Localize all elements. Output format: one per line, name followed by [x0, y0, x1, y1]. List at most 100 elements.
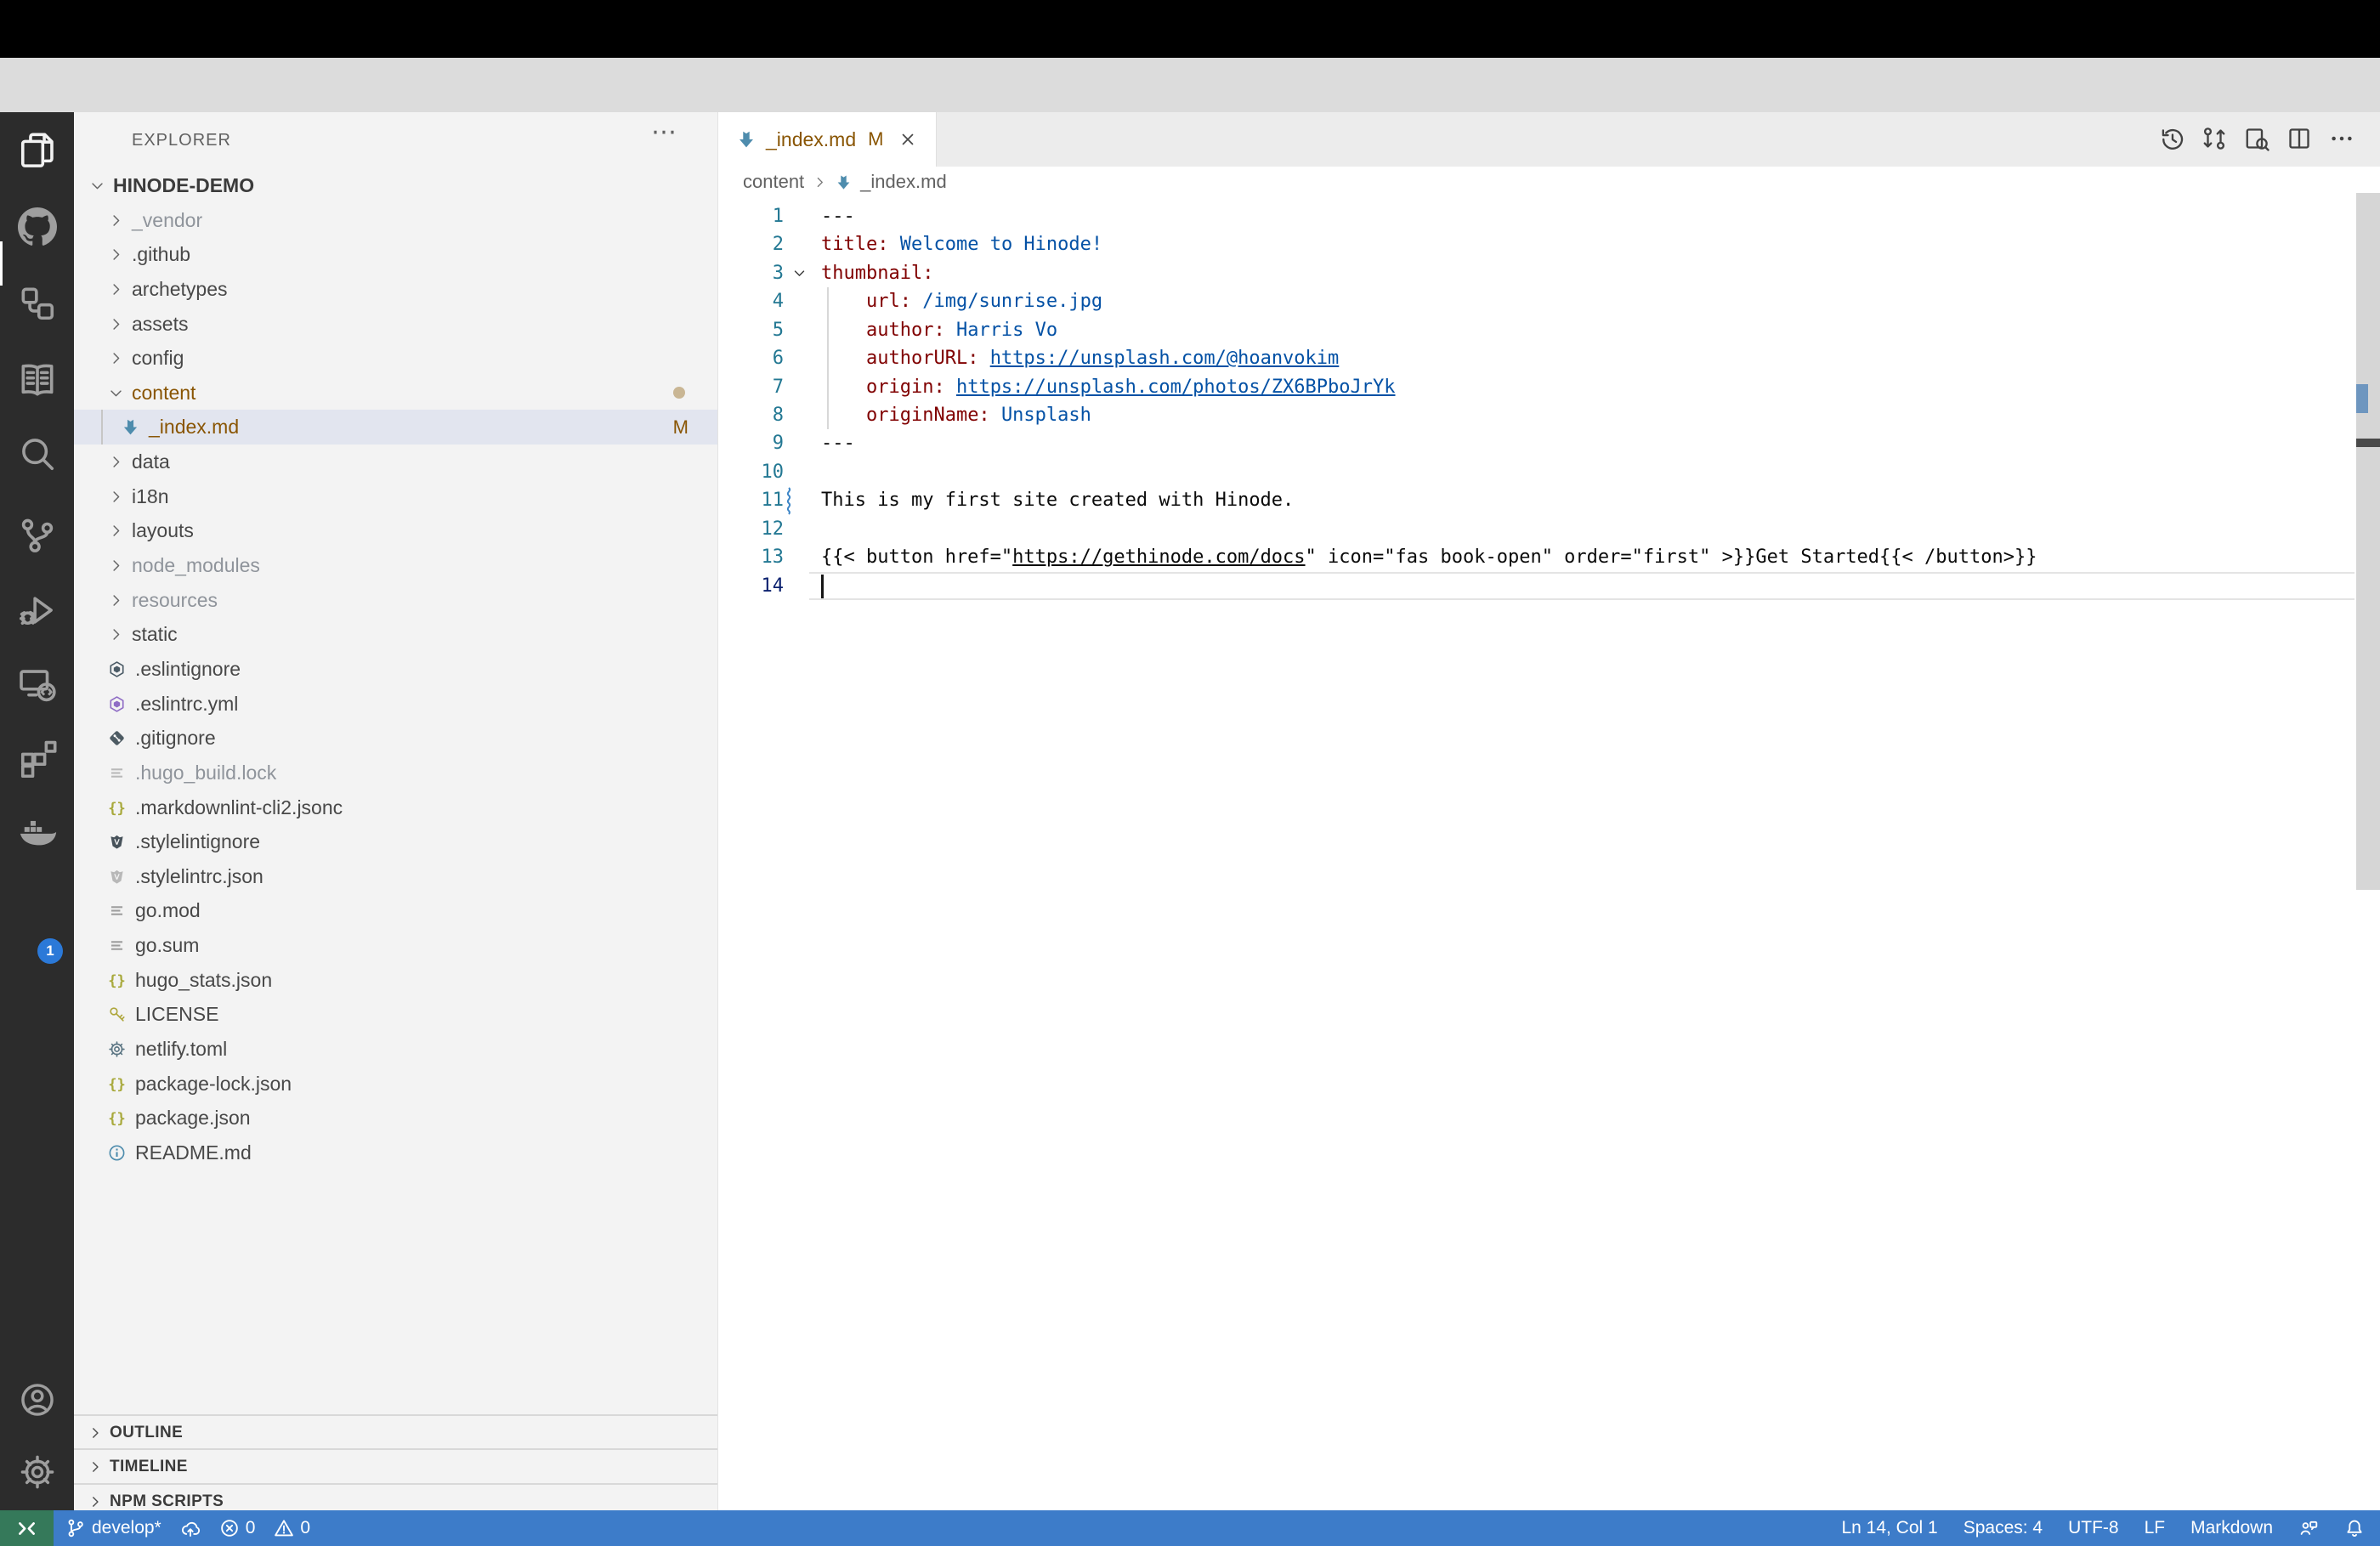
tree-item-label: go.mod [135, 899, 201, 922]
open-preview-icon[interactable] [2244, 126, 2270, 151]
modified-dot-badge [673, 387, 685, 399]
more-actions-icon[interactable]: ⋯ [651, 117, 677, 147]
remote-indicator[interactable] [0, 1510, 54, 1546]
feedback-icon [2298, 1518, 2319, 1538]
activity-remote-explorer[interactable] [0, 660, 74, 708]
code-line: thumbnail: [821, 259, 933, 287]
tree-item-readme-md[interactable]: README.md [74, 1135, 717, 1170]
tree-item-label: .hugo_build.lock [135, 762, 276, 784]
close-icon[interactable] [898, 130, 917, 149]
activity-run-debug[interactable] [0, 586, 74, 634]
more-actions-icon[interactable] [2329, 126, 2354, 151]
chevron-right-icon [88, 1425, 103, 1441]
branch-icon [65, 1518, 86, 1538]
activity-docker[interactable] [0, 807, 74, 855]
activity-explorer[interactable] [0, 127, 74, 174]
activity-accounts[interactable] [0, 1376, 74, 1424]
scrollbar-slider[interactable] [2356, 193, 2380, 890]
activity-search[interactable] [0, 430, 74, 478]
svg-text:{}: {} [108, 800, 126, 816]
explorer-sidebar: EXPLORER ⋯ HINODE-DEMO_vendor.githubarch… [74, 112, 718, 1510]
status-label: LF [2145, 1518, 2166, 1538]
activity-docs[interactable] [0, 356, 74, 404]
tree-item--eslintrc-yml[interactable]: .eslintrc.yml [74, 687, 717, 722]
braces-icon: {} [108, 799, 135, 817]
indent-guide [827, 287, 829, 429]
split-editor-icon[interactable] [2286, 126, 2312, 151]
stylelint-gray-icon [108, 868, 135, 886]
status-cursor-position[interactable]: Ln 14, Col 1 [1841, 1518, 1937, 1538]
line-number: 5 [718, 316, 784, 344]
scm-badge: 1 [37, 938, 63, 964]
tree-item-label: .markdownlint-cli2.jsonc [135, 796, 343, 819]
code-editor[interactable]: 1---2title: Welcome to Hinode!3thumbnail… [718, 197, 2380, 1510]
tree-item-netlify-toml[interactable]: netlify.toml [74, 1032, 717, 1067]
breadcrumb[interactable]: content _index.md [718, 167, 2380, 197]
tree-item-label: _vendor [132, 209, 202, 232]
tree-item--index-md[interactable]: _index.mdM [74, 410, 717, 445]
tree-item-node-modules[interactable]: node_modules [74, 548, 717, 583]
tree-item-static[interactable]: static [74, 617, 717, 652]
markdown-icon [737, 130, 756, 149]
tree-item-label: go.sum [135, 934, 199, 957]
status-branch[interactable]: develop* [65, 1518, 162, 1538]
status-encoding[interactable]: UTF-8 [2068, 1518, 2119, 1538]
line-number: 14 [718, 572, 784, 600]
tree-item--stylelintignore[interactable]: .stylelintignore [74, 824, 717, 859]
tab-index-md[interactable]: _index.md M [718, 112, 937, 167]
status-language-mode[interactable]: Markdown [2190, 1518, 2273, 1538]
activity-settings[interactable] [0, 1448, 74, 1496]
tree-item--vendor[interactable]: _vendor [74, 203, 717, 238]
chevron-right-icon [108, 350, 132, 366]
status-notifications[interactable] [2344, 1518, 2365, 1538]
panel-label: NPM SCRIPTS [110, 1492, 224, 1511]
tree-item-data[interactable]: data [74, 445, 717, 479]
tree-item-go-sum[interactable]: go.sum [74, 928, 717, 963]
status-publish[interactable] [180, 1518, 201, 1538]
history-icon[interactable] [2159, 126, 2184, 151]
tree-item--markdownlint-cli2-jsonc[interactable]: {} .markdownlint-cli2.jsonc [74, 790, 717, 825]
tree-item--stylelintrc-json[interactable]: .stylelintrc.json [74, 859, 717, 894]
tree-item--hugo-build-lock[interactable]: .hugo_build.lock [74, 756, 717, 790]
stylelint-dark-icon [108, 833, 135, 851]
tree-item-archetypes[interactable]: archetypes [74, 272, 717, 307]
activity-source-control[interactable]: 1 [0, 512, 74, 559]
tree-item--gitignore[interactable]: .gitignore [74, 721, 717, 756]
status-eol[interactable]: LF [2145, 1518, 2166, 1538]
tree-item-hinode-demo[interactable]: HINODE-DEMO [74, 168, 717, 203]
status-label: develop* [92, 1518, 162, 1538]
tree-item-go-mod[interactable]: go.mod [74, 893, 717, 928]
editor-scrollbar[interactable] [2356, 193, 2380, 1510]
tree-item-resources[interactable]: resources [74, 583, 717, 618]
tree-item-license[interactable]: LICENSE [74, 997, 717, 1032]
activity-github[interactable] [0, 203, 74, 251]
activity-extensions[interactable] [0, 734, 74, 782]
line-number: 13 [718, 543, 784, 571]
line-number: 2 [718, 230, 784, 258]
status-indentation[interactable]: Spaces: 4 [1964, 1518, 2043, 1538]
breadcrumb-item[interactable]: _index.md [860, 171, 947, 193]
svg-text:{}: {} [108, 1076, 126, 1092]
activity-hierarchy[interactable] [0, 280, 74, 327]
tree-item--github[interactable]: .github [74, 237, 717, 272]
panel-timeline[interactable]: TIMELINE [74, 1448, 717, 1484]
tree-item-package-lock-json[interactable]: {}package-lock.json [74, 1067, 717, 1101]
breadcrumb-item[interactable]: content [743, 171, 804, 193]
status-feedback[interactable] [2298, 1518, 2319, 1538]
chevron-right-icon [108, 281, 132, 297]
tree-item-config[interactable]: config [74, 341, 717, 376]
tree-item-assets[interactable]: assets [74, 307, 717, 342]
tree-item-label: data [132, 450, 170, 473]
fold-chevron-icon[interactable] [791, 265, 808, 281]
tree-item-layouts[interactable]: layouts [74, 513, 717, 548]
tree-item-content[interactable]: content [74, 376, 717, 411]
compare-changes-icon[interactable] [2202, 126, 2227, 151]
status-warnings[interactable]: 0 [274, 1518, 310, 1538]
status-errors[interactable]: 0 [219, 1518, 256, 1538]
tree-item-hugo-stats-json[interactable]: {}hugo_stats.json [74, 963, 717, 998]
activity-bar: 1 [0, 112, 74, 1510]
tree-item-i18n[interactable]: i18n [74, 479, 717, 514]
panel-outline[interactable]: OUTLINE [74, 1414, 717, 1450]
tree-item-package-json[interactable]: {}package.json [74, 1101, 717, 1135]
tree-item--eslintignore[interactable]: .eslintignore [74, 652, 717, 687]
